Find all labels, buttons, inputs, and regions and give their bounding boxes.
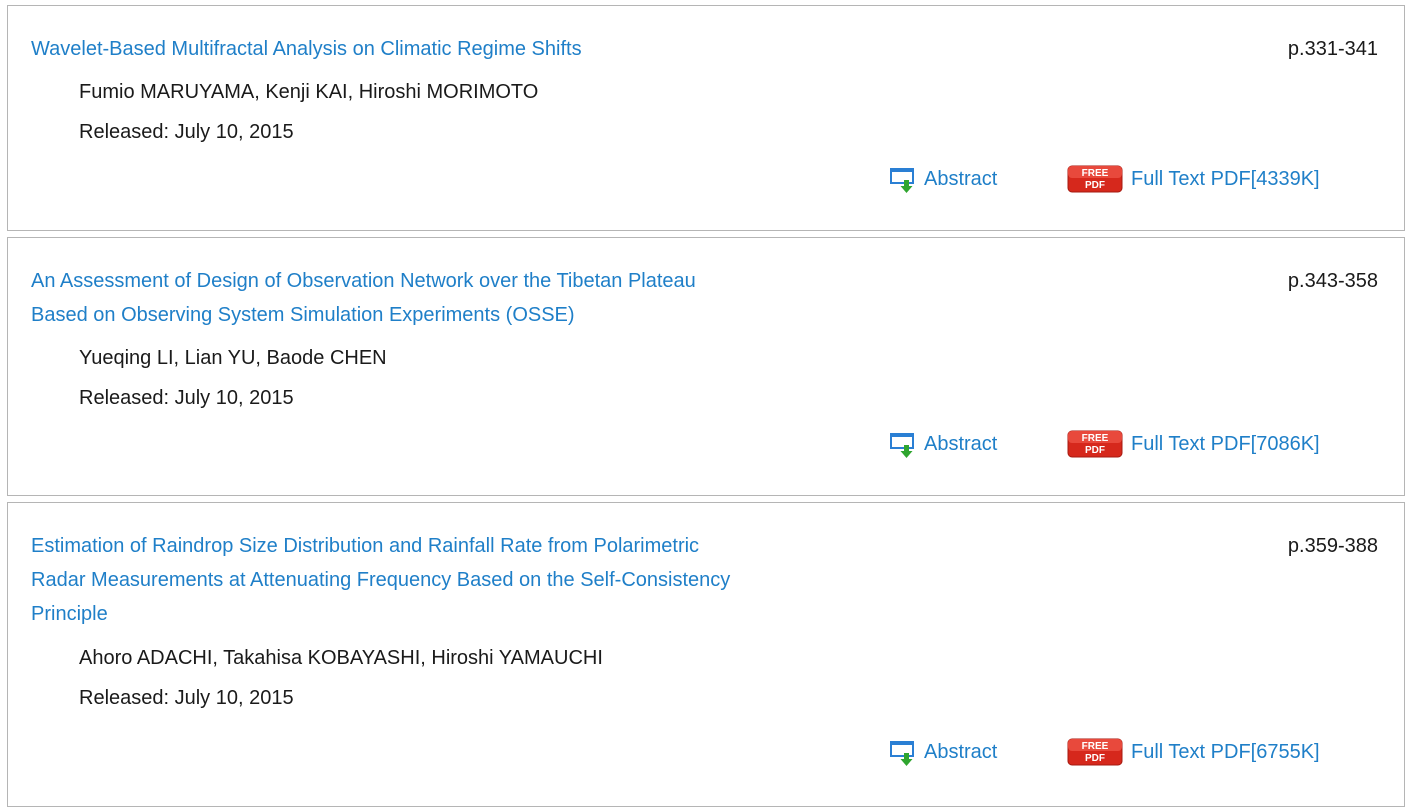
abstract-download-icon [888, 164, 924, 194]
svg-text:FREE: FREE [1082, 433, 1109, 444]
abstract-link[interactable]: Abstract [888, 737, 997, 767]
free-pdf-badge-icon: FREE PDF [1067, 429, 1123, 459]
svg-text:PDF: PDF [1085, 753, 1105, 764]
abstract-label[interactable]: Abstract [924, 741, 997, 764]
abstract-link[interactable]: Abstract [888, 164, 997, 194]
full-text-pdf-link[interactable]: FREE PDF Full Text PDF[6755K] [1067, 737, 1320, 767]
article-card: An Assessment of Design of Observation N… [7, 237, 1405, 496]
svg-text:FREE: FREE [1082, 168, 1109, 179]
full-text-pdf-link[interactable]: FREE PDF Full Text PDF[7086K] [1067, 429, 1320, 459]
abstract-link[interactable]: Abstract [888, 429, 997, 459]
article-list: Wavelet-Based Multifractal Analysis on C… [0, 0, 1407, 812]
full-text-pdf-link[interactable]: FREE PDF Full Text PDF[4339K] [1067, 164, 1320, 194]
article-title-line[interactable]: Wavelet-Based Multifractal Analysis on C… [31, 32, 911, 66]
pdf-label[interactable]: Full Text PDF[6755K] [1131, 741, 1320, 764]
article-title-line[interactable]: Estimation of Raindrop Size Distribution… [31, 529, 911, 563]
pdf-label[interactable]: Full Text PDF[7086K] [1131, 433, 1320, 456]
article-card: Estimation of Raindrop Size Distribution… [7, 502, 1405, 807]
article-title-line[interactable]: Radar Measurements at Attenuating Freque… [31, 563, 911, 597]
article-title-line[interactable]: An Assessment of Design of Observation N… [31, 264, 911, 298]
article-title-link[interactable]: An Assessment of Design of Observation N… [31, 264, 911, 332]
svg-text:PDF: PDF [1085, 445, 1105, 456]
abstract-label[interactable]: Abstract [924, 433, 997, 456]
article-card: Wavelet-Based Multifractal Analysis on C… [7, 5, 1405, 231]
release-date: Released: July 10, 2015 [79, 387, 294, 409]
page-range: p.359-388 [1287, 535, 1378, 557]
release-date: Released: July 10, 2015 [79, 687, 294, 709]
page-range: p.331-341 [1287, 38, 1378, 60]
article-title-line[interactable]: Based on Observing System Simulation Exp… [31, 298, 911, 332]
page-range: p.343-358 [1287, 270, 1378, 292]
pdf-label[interactable]: Full Text PDF[4339K] [1131, 168, 1320, 191]
abstract-download-icon [888, 737, 924, 767]
free-pdf-badge-icon: FREE PDF [1067, 737, 1123, 767]
abstract-download-icon [888, 429, 924, 459]
release-date: Released: July 10, 2015 [79, 121, 294, 143]
article-title-link[interactable]: Estimation of Raindrop Size Distribution… [31, 529, 911, 631]
free-pdf-badge-icon: FREE PDF [1067, 164, 1123, 194]
svg-text:FREE: FREE [1082, 741, 1109, 752]
article-authors: Ahoro ADACHI, Takahisa KOBAYASHI, Hirosh… [79, 647, 603, 669]
article-authors: Yueqing LI, Lian YU, Baode CHEN [79, 347, 387, 369]
article-title-line[interactable]: Principle [31, 597, 911, 631]
article-title-link[interactable]: Wavelet-Based Multifractal Analysis on C… [31, 32, 911, 66]
article-authors: Fumio MARUYAMA, Kenji KAI, Hiroshi MORIM… [79, 81, 539, 103]
abstract-label[interactable]: Abstract [924, 168, 997, 191]
svg-text:PDF: PDF [1085, 180, 1105, 191]
